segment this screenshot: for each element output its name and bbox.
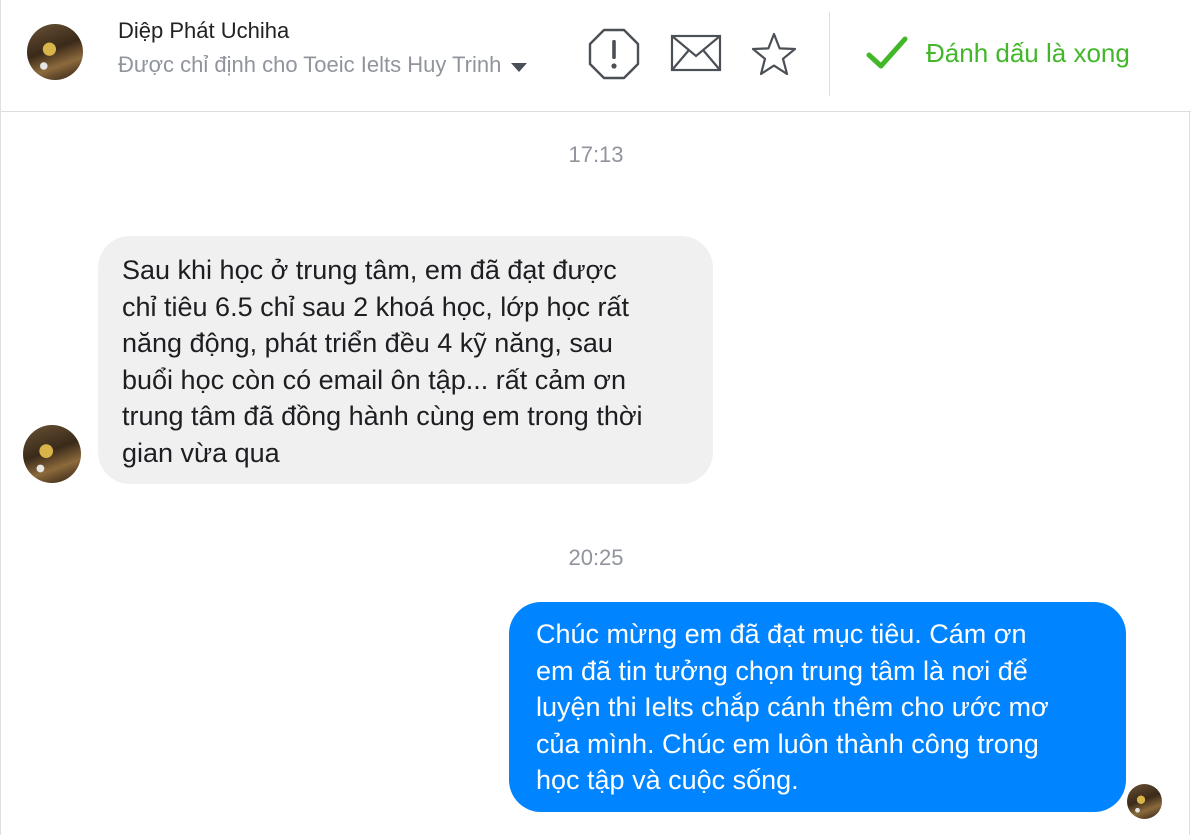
conversation-header: Diệp Phát Uchiha Được chỉ định cho Toeic…: [1, 0, 1191, 112]
message-line: học tập và cuộc sống.: [536, 765, 799, 795]
message-line: năng động, phát triển đều 4 kỹ năng, sau: [122, 328, 613, 358]
message-line: gian vừa qua: [122, 437, 280, 468]
alert-icon[interactable]: [588, 28, 640, 80]
message-line: Chúc mừng em đã đạt mục tiêu. Cám ơn: [536, 619, 1027, 649]
message-line: buổi học còn có email ôn tập... rất cảm …: [122, 364, 626, 395]
message-line: luyện thi Ielts chắp cánh thêm cho ước m…: [536, 692, 1049, 722]
mark-done-button[interactable]: Đánh dấu là xong: [865, 28, 1130, 78]
assignee-selector[interactable]: Được chỉ định cho Toeic Ielts Huy Trinh: [118, 52, 528, 78]
message-timestamp: 20:25: [568, 545, 624, 570]
message-line: chỉ tiêu 6.5 chỉ sau 2 khoá học, lớp học…: [122, 291, 630, 322]
seen-avatar: [1127, 784, 1162, 819]
check-icon: [866, 36, 908, 69]
message-line: Sau khi học ở trung tâm, em đã đạt được: [122, 255, 617, 285]
sender-avatar[interactable]: [23, 425, 81, 483]
chevron-down-icon[interactable]: [511, 62, 528, 72]
mark-done-label: Đánh dấu là xong: [926, 37, 1130, 68]
assignee-label: Được chỉ định cho Toeic Ielts Huy Trinh: [118, 52, 502, 77]
message-timestamp: 17:13: [568, 142, 624, 167]
message-line: của mình. Chúc em luôn thành công trong: [536, 728, 1039, 759]
message-line: em đã tin tưởng chọn trung tâm là nơi để: [536, 655, 1028, 686]
incoming-message[interactable]: Sau khi học ở trung tâm, em đã đạt được …: [98, 236, 713, 484]
header-divider: [829, 12, 830, 96]
contact-name[interactable]: Diệp Phát Uchiha: [118, 18, 289, 44]
outgoing-message[interactable]: Chúc mừng em đã đạt mục tiêu. Cám ơn em …: [509, 602, 1126, 812]
contact-avatar[interactable]: [27, 24, 83, 80]
mail-icon[interactable]: [670, 34, 722, 72]
message-line: trung tâm đã đồng hành cùng em trong thờ…: [122, 401, 643, 431]
star-icon[interactable]: [750, 31, 798, 77]
conversation-panel: Diệp Phát Uchiha Được chỉ định cho Toeic…: [0, 0, 1191, 835]
